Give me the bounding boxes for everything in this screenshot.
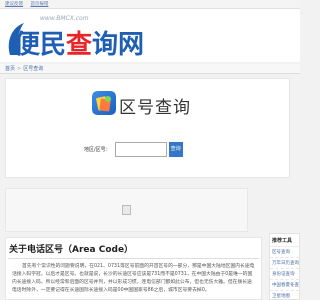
article-section: 关于电话区号（Area Code） 首先有个常识性的问题要说明，在021、073…	[5, 237, 262, 300]
svg-text:www.BMCX.com: www.BMCX.com	[40, 15, 89, 22]
sidebar-item-id-card[interactable]: 身份证查询	[270, 269, 299, 280]
breadcrumb: 首页 > 区号查询	[0, 64, 300, 74]
sidebar-title: 推荐工具	[270, 234, 299, 247]
breadcrumb-home[interactable]: 首页	[5, 66, 15, 72]
sidebar-item-seasons[interactable]: 中国春夏冬查询	[270, 280, 299, 291]
page-title: 区号查询	[119, 98, 191, 118]
article-title: 关于电话区号（Area Code）	[9, 245, 134, 255]
svg-text:询网: 询网	[92, 30, 144, 60]
sidebar-item-calendar[interactable]: 万年日历查询	[270, 258, 299, 269]
query-button[interactable]: 查询	[168, 141, 183, 157]
query-form: 地区/区号： 查询	[84, 141, 183, 157]
feedback-link[interactable]: 建议反馈	[5, 2, 23, 7]
sidebar-item-satellite-map[interactable]: 卫星地图	[270, 291, 299, 300]
top-bar: 建议反馈 首页报错	[0, 0, 300, 9]
area-code-app-icon	[92, 91, 116, 115]
divider	[8, 258, 259, 259]
region-code-input[interactable]	[114, 141, 167, 157]
image-placeholder-icon	[122, 205, 131, 215]
sidebar-item-area-code[interactable]: 区号查询	[270, 247, 299, 258]
svg-text:便民: 便民	[14, 30, 66, 60]
site-logo[interactable]: www.BMCX.com 便民 查 询网	[4, 11, 144, 61]
article-body: 首先有个常识性的问题要说明，在021、0731等区号前面的开首区号的一部分，那是…	[12, 264, 255, 293]
site-header: www.BMCX.com 便民 查 询网	[0, 9, 300, 62]
ad-banner[interactable]	[5, 188, 248, 232]
error-report-link[interactable]: 首页报错	[30, 2, 48, 7]
breadcrumb-separator: >	[17, 66, 22, 72]
svg-text:查: 查	[66, 30, 92, 60]
recommended-tools-sidebar: 推荐工具 区号查询 万年日历查询 身份证查询 中国春夏冬查询 卫星地图	[269, 233, 300, 300]
area-code-query-card: 区号查询 地区/区号： 查询	[5, 78, 290, 178]
breadcrumb-current[interactable]: 区号查询	[23, 66, 43, 72]
region-code-label: 地区/区号：	[84, 146, 111, 153]
